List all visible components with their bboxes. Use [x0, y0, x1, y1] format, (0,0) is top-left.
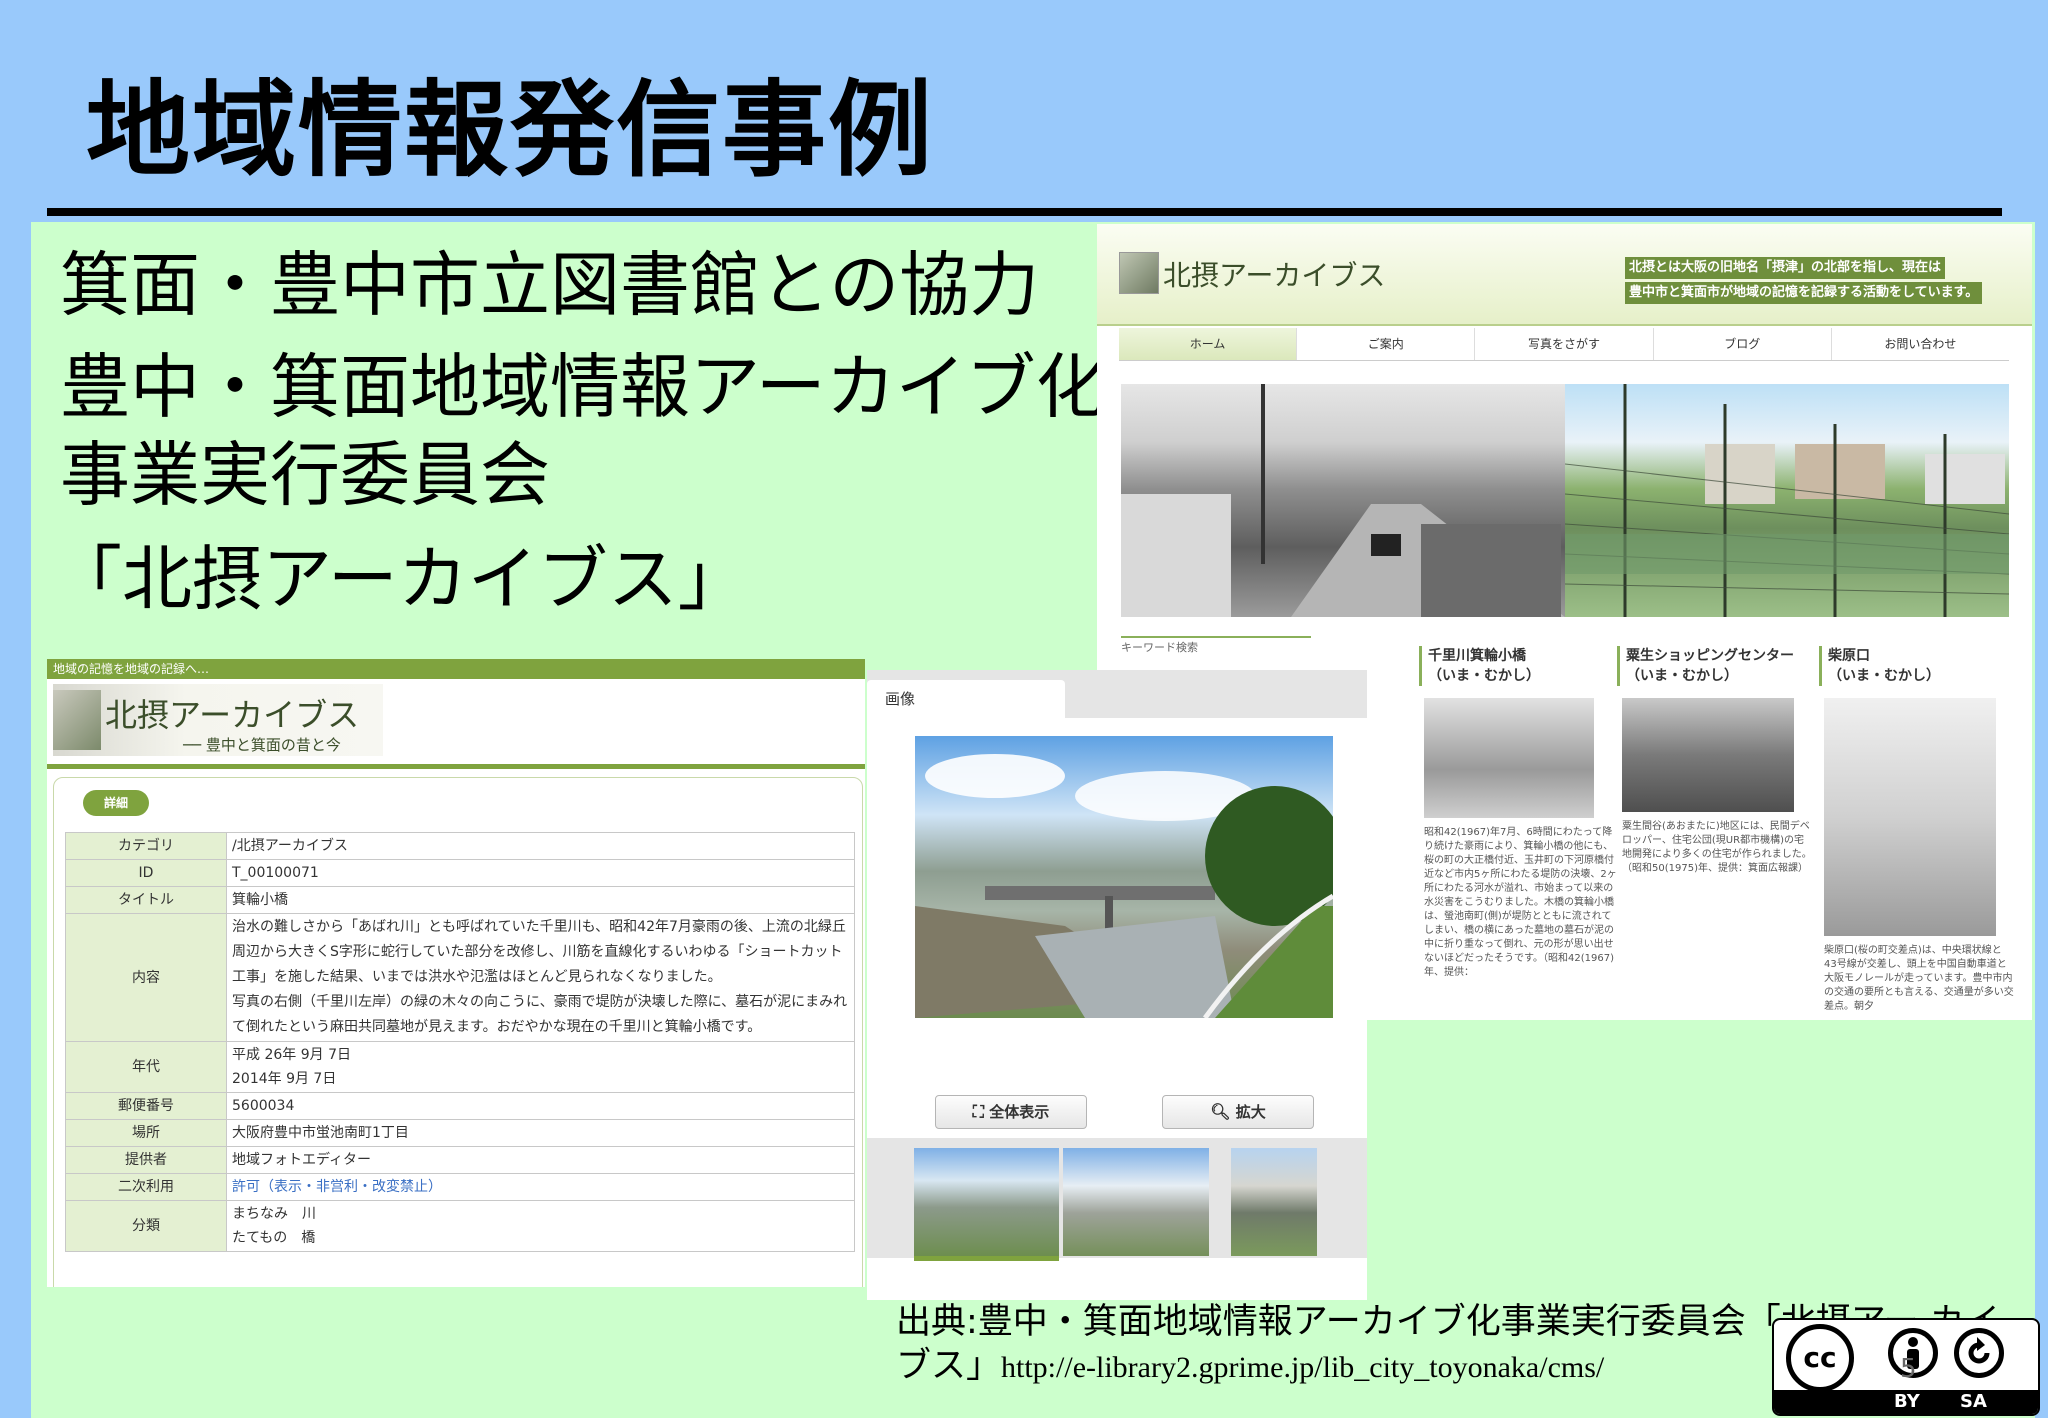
section-photo	[1824, 698, 1996, 936]
nav-guide[interactable]: ご案内	[1297, 328, 1476, 360]
magnifier-icon: 🔍︎	[1210, 1102, 1231, 1121]
row-key: 郵便番号	[65, 1092, 227, 1120]
nav-photo-search[interactable]: 写真をさがす	[1475, 328, 1654, 360]
row-key: 場所	[65, 1119, 227, 1147]
detail-logo: 北摂アーカイブス	[105, 696, 360, 734]
citation-url[interactable]: http://e-library2.gprime.jp/lib_city_toy…	[1001, 1351, 1604, 1384]
row-key: タイトル	[65, 886, 227, 914]
bullet-archive-name: 「北摂アーカイブス」	[52, 538, 748, 620]
hero-photo-new	[1565, 384, 2009, 617]
table-row: 年代 平成 26年 9月 7日 2014年 9月 7日	[65, 1041, 855, 1093]
detail-logo-banner[interactable]: 北摂アーカイブス ── 豊中と箕面の昔と今	[53, 684, 383, 756]
zoom-button-label: 拡大	[1235, 1103, 1266, 1121]
row-value: 平成 26年 9月 7日 2014年 9月 7日	[226, 1041, 855, 1093]
image-viewer-screenshot: 画像 ⛶ 全体表示 🔍︎ 拡大	[867, 670, 1367, 1300]
cc-sa-label: SA	[1960, 1391, 1987, 1412]
share-alike-icon	[1954, 1328, 2004, 1378]
row-key: 内容	[65, 913, 227, 1042]
detail-page-screenshot: 地域の記憶を地域の記録へ… 北摂アーカイブス ── 豊中と箕面の昔と今 詳細 カ…	[47, 659, 865, 1287]
site-header: 北摂アーカイブス 北摂とは大阪の旧地名「摂津」の北部を指し、現在は 豊中市と箕面…	[1097, 224, 2032, 326]
hero-photo-old	[1121, 384, 1565, 617]
nav-contact[interactable]: お問い合わせ	[1832, 328, 2009, 360]
table-row: 提供者 地域フォトエディター	[65, 1146, 855, 1174]
cc-by-label: BY	[1894, 1391, 1920, 1412]
detail-tagline: 地域の記憶を地域の記録へ…	[47, 659, 865, 679]
thumbnail-2[interactable]	[1063, 1148, 1209, 1256]
row-value: 5600034	[226, 1092, 855, 1120]
row-value: まちなみ 川 たてもの 橋	[226, 1200, 855, 1252]
title-underline	[47, 208, 2002, 216]
table-row: 郵便番号 5600034	[65, 1092, 855, 1120]
detail-divider	[47, 764, 865, 769]
bullet-committee-line1: 豊中・箕面地域情報アーカイブ化	[60, 346, 1106, 428]
viewer-main-photo	[915, 736, 1333, 1018]
table-row: ID T_00100071	[65, 859, 855, 887]
section-title: 柴原口 （いま・むかし）	[1819, 646, 1999, 686]
slide-title: 地域情報発信事例	[86, 69, 935, 191]
table-row: 場所 大阪府豊中市蛍池南町1丁目	[65, 1119, 855, 1147]
row-value: 地域フォトエディター	[226, 1146, 855, 1174]
detail-logo-image	[53, 690, 101, 750]
fullview-button-label: 全体表示	[989, 1103, 1050, 1121]
nav-home[interactable]: ホーム	[1119, 328, 1298, 360]
row-key: 分類	[65, 1200, 227, 1252]
zoom-button[interactable]: 🔍︎ 拡大	[1162, 1095, 1314, 1129]
cc-icon: cc	[1786, 1324, 1854, 1392]
row-key: カテゴリ	[65, 832, 227, 860]
tab-image[interactable]: 画像	[867, 680, 1065, 718]
row-key: 年代	[65, 1041, 227, 1093]
thumbnail-1[interactable]	[914, 1148, 1059, 1261]
site-description-line1: 北摂とは大阪の旧地名「摂津」の北部を指し、現在は	[1625, 257, 1946, 279]
row-value: /北摂アーカイブス	[226, 832, 855, 860]
site-description-line2: 豊中市と箕面市が地域の記憶を記録する活動をしています。	[1625, 282, 1983, 304]
table-row: タイトル 箕輪小橋	[65, 886, 855, 914]
site-nav: ホーム ご案内 写真をさがす ブログ お問い合わせ	[1119, 328, 2009, 361]
section-photo	[1424, 698, 1594, 818]
section-title: 粟生ショッピングセンター（いま・むかし）	[1617, 646, 1797, 686]
detail-badge: 詳細	[83, 790, 149, 816]
bullet-committee-line2: 事業実行委員会	[60, 434, 550, 516]
hero-images	[1121, 384, 2009, 617]
row-value: 大阪府豊中市蛍池南町1丁目	[226, 1119, 855, 1147]
section-body: 柴原口(桜の町交差点)は、中央環状線と43号線が交差し、頭上を中国自動車道と大阪…	[1824, 945, 2014, 1012]
row-key: 二次利用	[65, 1173, 227, 1201]
site-logo[interactable]: 北摂アーカイブス	[1163, 254, 1385, 294]
section-senrigawa[interactable]: 千里川箕輪小橋 （いま・むかし） 昭和42(1967)年7月、6時間にわたって降…	[1419, 646, 1617, 978]
site-logo-image	[1119, 252, 1159, 294]
row-key: ID	[65, 859, 227, 887]
thumbnail-3[interactable]	[1231, 1148, 1317, 1256]
section-body: 粟生間谷(あおまたに)地区には、民間デベロッパー、住宅公団(現UR都市機構)の宅…	[1622, 821, 1812, 874]
section-shibaharaguchi[interactable]: 柴原口 （いま・むかし） 柴原口(桜の町交差点)は、中央環状線と43号線が交差し…	[1819, 646, 2014, 1012]
detail-table: カテゴリ/北摂アーカイブス ID T_00100071 タイトル 箕輪小橋 内容 治水…	[65, 832, 855, 1252]
section-body: 昭和42(1967)年7月、6時間にわたって降り続けた豪雨により、箕輪小橋の他に…	[1424, 827, 1617, 978]
table-row: 分類 まちなみ 川 たてもの 橋	[65, 1200, 855, 1252]
row-key: 提供者	[65, 1146, 227, 1174]
detail-logo-subtitle: ── 豊中と箕面の昔と今	[183, 736, 341, 754]
row-value: 箕輪小橋	[226, 886, 855, 914]
site-description: 北摂とは大阪の旧地名「摂津」の北部を指し、現在は 豊中市と箕面市が地域の記憶を記…	[1625, 257, 2023, 307]
fullview-button[interactable]: ⛶ 全体表示	[935, 1095, 1087, 1129]
license-link[interactable]: 許可（表示・非営利・改変禁止）	[226, 1173, 855, 1201]
section-photo	[1622, 698, 1794, 812]
page-number: 5	[1900, 1354, 1917, 1384]
table-row: 内容 治水の難しさから「あばれ川」とも呼ばれていた千里川も、昭和42年7月豪雨の後…	[65, 913, 855, 1042]
table-row: 二次利用 許可（表示・非営利・改変禁止）	[65, 1173, 855, 1201]
keyword-search-label: キーワード検索	[1121, 636, 1311, 658]
section-ao-shopping[interactable]: 粟生ショッピングセンター（いま・むかし） 粟生間谷(あおまたに)地区には、民間デ…	[1617, 646, 1812, 874]
row-value: T_00100071	[226, 859, 855, 887]
row-value: 治水の難しさから「あばれ川」とも呼ばれていた千里川も、昭和42年7月豪雨の後、上…	[226, 913, 855, 1042]
fullscreen-icon: ⛶	[972, 1102, 984, 1121]
table-row: カテゴリ/北摂アーカイブス	[65, 832, 855, 860]
nav-blog[interactable]: ブログ	[1654, 328, 1832, 360]
bullet-cooperation: 箕面・豊中市立図書館との協力	[60, 244, 1040, 326]
section-title: 千里川箕輪小橋 （いま・むかし）	[1419, 646, 1599, 686]
